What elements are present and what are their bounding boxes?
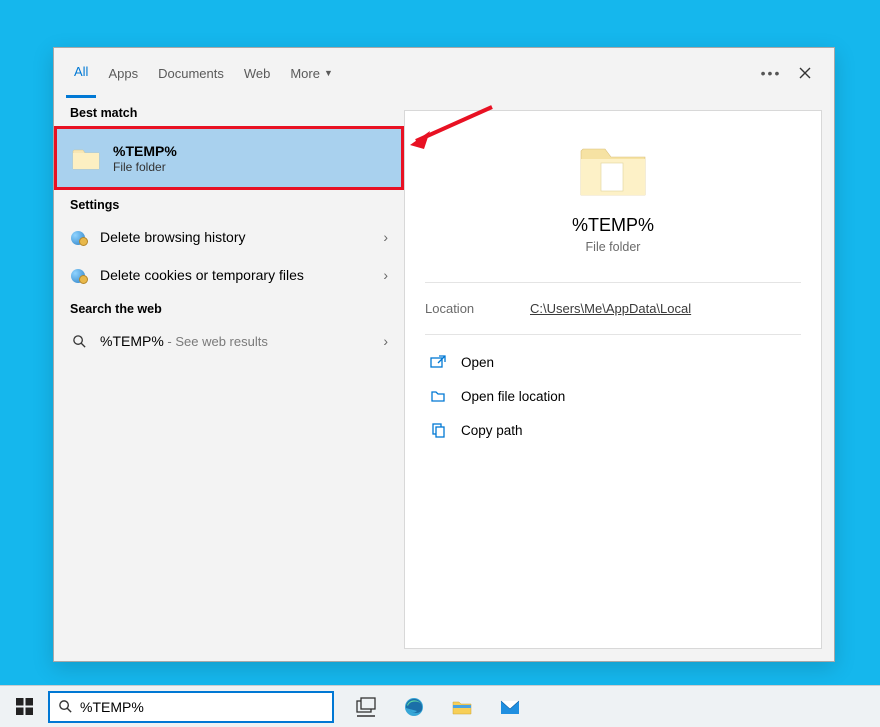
settings-item-delete-history[interactable]: Delete browsing history › <box>54 218 404 256</box>
windows-logo-icon <box>16 698 33 715</box>
copy-icon <box>429 421 447 439</box>
web-item-label: %TEMP% <box>100 333 164 349</box>
folder-icon <box>71 143 101 173</box>
action-label: Open file location <box>461 389 565 404</box>
web-item-suffix: - See web results <box>164 334 268 349</box>
search-results-popup: All Apps Documents Web More ▼ ••• Best m… <box>53 47 835 662</box>
best-match-title: %TEMP% <box>113 143 177 159</box>
best-match-subtitle: File folder <box>113 160 177 174</box>
best-match-header: Best match <box>54 98 404 126</box>
file-explorer-icon <box>451 696 473 718</box>
taskbar-app-mail[interactable] <box>486 686 534 727</box>
chevron-down-icon: ▼ <box>324 68 333 78</box>
folder-open-icon <box>429 387 447 405</box>
search-icon <box>50 699 80 714</box>
settings-item-label: Delete cookies or temporary files <box>100 267 383 283</box>
tab-all[interactable]: All <box>66 48 96 98</box>
start-button[interactable] <box>0 686 48 727</box>
open-icon <box>429 353 447 371</box>
folder-icon-large <box>577 139 649 201</box>
taskbar-app-edge[interactable] <box>390 686 438 727</box>
chevron-right-icon: › <box>383 267 388 283</box>
tab-documents[interactable]: Documents <box>150 48 232 98</box>
detail-title: %TEMP% <box>425 215 801 236</box>
close-icon <box>799 67 811 79</box>
search-content-row: Best match %TEMP% File folder Settings D… <box>54 98 834 661</box>
detail-location-key: Location <box>425 301 530 316</box>
web-header: Search the web <box>54 294 404 322</box>
settings-item-delete-cookies[interactable]: Delete cookies or temporary files › <box>54 256 404 294</box>
close-button[interactable] <box>788 56 822 90</box>
taskbar-search-box[interactable] <box>48 691 334 723</box>
search-icon <box>70 332 88 350</box>
task-view-icon <box>355 696 377 718</box>
settings-header: Settings <box>54 190 404 218</box>
control-panel-icon <box>70 228 88 246</box>
tab-more-label: More <box>290 66 320 81</box>
ellipsis-icon: ••• <box>761 65 782 81</box>
edge-icon <box>403 696 425 718</box>
action-copy-path[interactable]: Copy path <box>425 413 801 447</box>
taskbar-search-input[interactable] <box>80 693 332 721</box>
search-tabs-row: All Apps Documents Web More ▼ ••• <box>54 48 834 98</box>
detail-location-value[interactable]: C:\Users\Me\AppData\Local <box>530 301 691 316</box>
web-result-item[interactable]: %TEMP% - See web results › <box>54 322 404 360</box>
task-view-button[interactable] <box>342 686 390 727</box>
tab-web[interactable]: Web <box>236 48 279 98</box>
best-match-item[interactable]: %TEMP% File folder <box>54 126 404 190</box>
results-left-column: Best match %TEMP% File folder Settings D… <box>54 98 404 661</box>
settings-item-label: Delete browsing history <box>100 229 383 245</box>
action-open[interactable]: Open <box>425 345 801 379</box>
detail-subtitle: File folder <box>425 240 801 254</box>
result-detail-panel: %TEMP% File folder Location C:\Users\Me\… <box>404 110 822 649</box>
taskbar-app-explorer[interactable] <box>438 686 486 727</box>
more-options-button[interactable]: ••• <box>754 56 788 90</box>
tab-apps[interactable]: Apps <box>100 48 146 98</box>
action-label: Copy path <box>461 423 523 438</box>
taskbar <box>0 685 880 727</box>
action-open-file-location[interactable]: Open file location <box>425 379 801 413</box>
chevron-right-icon: › <box>383 229 388 245</box>
control-panel-icon <box>70 266 88 284</box>
tab-more[interactable]: More ▼ <box>282 48 341 98</box>
mail-icon <box>499 696 521 718</box>
action-label: Open <box>461 355 494 370</box>
chevron-right-icon: › <box>383 333 388 349</box>
